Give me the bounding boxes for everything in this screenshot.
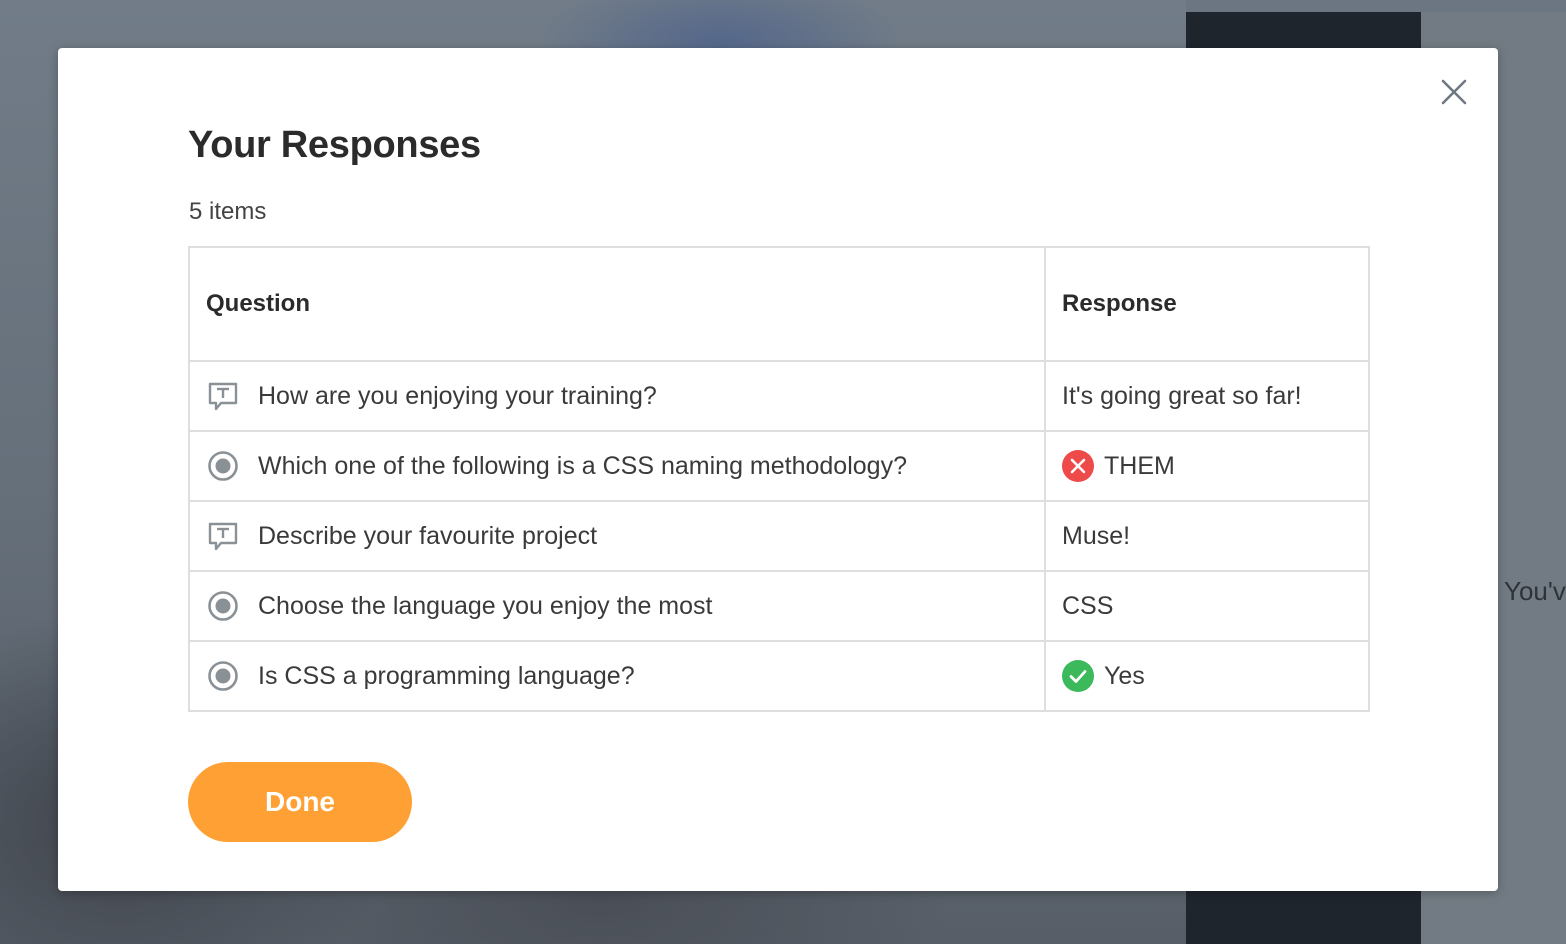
response-column-header: Response: [1044, 246, 1370, 362]
response-text: It's going great so far!: [1062, 381, 1302, 410]
response-text: Yes: [1104, 661, 1145, 690]
close-button[interactable]: [1438, 76, 1470, 108]
question-cell: Is CSS a programming language?: [188, 640, 1046, 712]
question-text: Which one of the following is a CSS nami…: [258, 451, 907, 480]
response-cell: Muse!: [1044, 500, 1370, 572]
response-text: CSS: [1062, 591, 1114, 620]
question-column-header: Question: [188, 246, 1046, 362]
question-text: Choose the language you enjoy the most: [258, 591, 713, 620]
incorrect-icon: [1062, 450, 1094, 482]
table-row: Is CSS a programming language? Yes: [188, 640, 1370, 712]
question-text: Is CSS a programming language?: [258, 661, 635, 690]
question-cell: How are you enjoying your training?: [188, 360, 1046, 432]
background-peek-text: You'v: [1504, 576, 1566, 606]
item-count: 5 items: [189, 198, 267, 225]
response-text: Muse!: [1062, 521, 1131, 550]
text-question-icon: [208, 382, 238, 411]
question-cell: Describe your favourite project: [188, 500, 1046, 572]
radio-question-icon: [208, 591, 238, 621]
question-cell: Which one of the following is a CSS nami…: [188, 430, 1046, 502]
response-cell: It's going great so far!: [1044, 360, 1370, 432]
question-text: Describe your favourite project: [258, 521, 598, 550]
close-icon: [1441, 79, 1467, 105]
response-cell: THEM: [1044, 430, 1370, 502]
response-text: THEM: [1104, 451, 1175, 480]
response-cell: Yes: [1044, 640, 1370, 712]
table-row: Choose the language you enjoy the most C…: [188, 570, 1370, 642]
correct-icon: [1062, 660, 1094, 692]
radio-question-icon: [208, 451, 238, 481]
question-cell: Choose the language you enjoy the most: [188, 570, 1046, 642]
done-button[interactable]: Done: [188, 762, 412, 842]
table-header-row: Question Response: [188, 246, 1370, 362]
table-row: Which one of the following is a CSS nami…: [188, 430, 1370, 502]
table-row: Describe your favourite project Muse!: [188, 500, 1370, 572]
radio-question-icon: [208, 661, 238, 691]
responses-table: Question Response How are you enjoying y…: [188, 246, 1370, 712]
table-row: How are you enjoying your training? It's…: [188, 360, 1370, 432]
response-cell: CSS: [1044, 570, 1370, 642]
modal-title: Your Responses: [188, 124, 481, 166]
question-text: How are you enjoying your training?: [258, 381, 657, 410]
text-question-icon: [208, 522, 238, 551]
responses-modal: Your Responses 5 items Question Response: [58, 48, 1498, 891]
